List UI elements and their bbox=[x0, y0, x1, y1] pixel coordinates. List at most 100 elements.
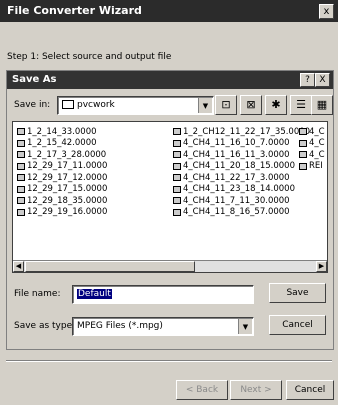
details-view-icon[interactable]: ▦ bbox=[311, 95, 333, 115]
video-file-icon bbox=[17, 139, 25, 147]
file-item[interactable]: 4_C bbox=[299, 149, 325, 161]
file-item-name: 1_2_14_33.0000 bbox=[27, 126, 97, 137]
scroll-right-icon[interactable]: ▶ bbox=[316, 261, 327, 272]
list-view-icon[interactable]: ☰ bbox=[290, 95, 312, 115]
scroll-left-icon[interactable]: ◀ bbox=[13, 261, 24, 272]
file-item-name: 4_CH4_11_16_11_3.0000 bbox=[183, 149, 290, 160]
help-icon[interactable]: ? bbox=[300, 73, 315, 87]
save-in-dropdown[interactable]: pvcwork ▼ bbox=[57, 96, 214, 115]
back-button[interactable]: < Back bbox=[176, 380, 228, 400]
file-item[interactable]: 4_CH4_11_20_18_15.0000 bbox=[173, 161, 310, 173]
wizard-cancel-button[interactable]: Cancel bbox=[286, 380, 334, 400]
file-item[interactable]: 1_2_14_33.0000 bbox=[17, 126, 107, 138]
video-file-icon bbox=[17, 151, 25, 159]
file-item-name: 4_CH4_11_20_18_15.0000 bbox=[183, 161, 295, 172]
desktop-icon[interactable]: ⊠ bbox=[240, 95, 262, 115]
file-item[interactable]: 4_CH4_11_8_16_57.0000 bbox=[173, 207, 310, 219]
video-file-icon bbox=[17, 162, 25, 170]
file-item-name: 4_CH4_11_22_17_3.0000 bbox=[183, 172, 290, 183]
video-file-icon bbox=[173, 197, 181, 205]
video-file-icon bbox=[17, 197, 25, 205]
file-column-3: 4_C 4_C 4_C REI bbox=[299, 126, 325, 172]
close-icon[interactable]: X bbox=[315, 73, 330, 87]
save-as-title: Save As bbox=[12, 74, 57, 85]
chevron-down-icon[interactable]: ▼ bbox=[198, 98, 212, 113]
step-text: Step 1: Select source and output file bbox=[7, 52, 172, 62]
video-file-icon bbox=[299, 128, 307, 136]
file-item-name: 12_29_17_11.0000 bbox=[27, 161, 108, 172]
wizard-title: File Converter Wizard bbox=[7, 4, 142, 17]
save-button[interactable]: Save bbox=[269, 283, 326, 303]
file-name-value: Default bbox=[77, 289, 112, 299]
video-file-icon bbox=[173, 128, 181, 136]
file-item-name: REI bbox=[309, 161, 323, 172]
file-name-input[interactable]: Default bbox=[72, 285, 254, 304]
file-converter-wizard: File Converter Wizard x Step 1: Select s… bbox=[0, 0, 338, 405]
video-file-icon bbox=[173, 139, 181, 147]
file-item-name: 12_29_18_35.0000 bbox=[27, 195, 108, 206]
file-item[interactable]: 1_2_CH12_11_22_17_35.0000 bbox=[173, 126, 310, 138]
file-item-name: 4_CH4_11_7_11_30.0000 bbox=[183, 195, 290, 206]
file-item-name: 12_29_17_12.0000 bbox=[27, 172, 108, 183]
file-column-1: 1_2_14_33.0000 1_2_15_42.0000 1_2_17_3_28.… bbox=[17, 126, 107, 218]
file-column-2: 1_2_CH12_11_22_17_35.0000 4_CH4_11_16_10_… bbox=[173, 126, 310, 218]
video-file-icon bbox=[173, 151, 181, 159]
video-file-icon bbox=[299, 162, 307, 170]
file-name-label: File name: bbox=[14, 289, 61, 299]
video-file-icon bbox=[17, 185, 25, 193]
wizard-title-bar: File Converter Wizard x bbox=[0, 0, 338, 22]
file-item[interactable]: 12_29_17_11.0000 bbox=[17, 161, 107, 173]
video-file-icon bbox=[173, 174, 181, 182]
video-file-icon bbox=[173, 162, 181, 170]
video-file-icon bbox=[299, 139, 307, 147]
file-item-name: 12_29_19_16.0000 bbox=[27, 207, 108, 218]
video-file-icon bbox=[17, 174, 25, 182]
up-folder-icon[interactable]: ⊡ bbox=[215, 95, 237, 115]
file-item[interactable]: 4_C bbox=[299, 126, 325, 138]
file-item[interactable]: 4_CH4_11_16_10_7.0000 bbox=[173, 138, 310, 150]
file-item-name: 4_CH4_11_8_16_57.0000 bbox=[183, 207, 290, 218]
wizard-close-icon[interactable]: x bbox=[319, 4, 334, 19]
video-file-icon bbox=[17, 208, 25, 216]
file-item[interactable]: 4_C bbox=[299, 138, 325, 150]
next-button[interactable]: Next > bbox=[230, 380, 282, 400]
file-item[interactable]: 1_2_15_42.0000 bbox=[17, 138, 107, 150]
video-file-icon bbox=[299, 151, 307, 159]
file-item[interactable]: 12_29_18_35.0000 bbox=[17, 195, 107, 207]
file-item-name: 1_2_17_3_28.0000 bbox=[27, 149, 107, 160]
file-item[interactable]: 4_CH4_11_22_17_3.0000 bbox=[173, 172, 310, 184]
scroll-thumb[interactable] bbox=[25, 261, 195, 272]
file-item-name: 4_C bbox=[309, 126, 325, 137]
save-in-label: Save in: bbox=[14, 100, 51, 110]
video-file-icon bbox=[17, 128, 25, 136]
save-in-value: pvcwork bbox=[62, 100, 115, 110]
file-item[interactable]: 4_CH4_11_7_11_30.0000 bbox=[173, 195, 310, 207]
chevron-down-icon[interactable]: ▼ bbox=[238, 319, 252, 334]
folder-icon bbox=[62, 100, 74, 109]
separator bbox=[6, 360, 332, 362]
file-item-name: 4_CH4_11_23_18_14.0000 bbox=[183, 184, 295, 195]
file-item-name: 12_29_17_15.0000 bbox=[27, 184, 108, 195]
file-item[interactable]: 4_CH4_11_23_18_14.0000 bbox=[173, 184, 310, 196]
save-as-title-bar: Save As ? X bbox=[7, 71, 333, 89]
dialog-cancel-button[interactable]: Cancel bbox=[269, 315, 326, 335]
file-item[interactable]: 12_29_19_16.0000 bbox=[17, 207, 107, 219]
save-as-dialog: Save As ? X Save in: pvcwork ▼ ⊡ ⊠ ✱ ☰ ▦… bbox=[6, 70, 334, 350]
file-item-name: 4_C bbox=[309, 149, 325, 160]
file-item[interactable]: 4_CH4_11_16_11_3.0000 bbox=[173, 149, 310, 161]
save-as-type-dropdown[interactable]: MPEG Files (*.mpg) ▼ bbox=[72, 317, 254, 336]
file-item[interactable]: 12_29_17_12.0000 bbox=[17, 172, 107, 184]
file-item-name: 1_2_CH12_11_22_17_35.0000 bbox=[183, 126, 311, 137]
file-item[interactable]: 1_2_17_3_28.0000 bbox=[17, 149, 107, 161]
file-item-name: 4_CH4_11_16_10_7.0000 bbox=[183, 138, 290, 149]
file-item[interactable]: 12_29_17_15.0000 bbox=[17, 184, 107, 196]
file-item[interactable]: REI bbox=[299, 161, 325, 173]
horizontal-scrollbar[interactable]: ◀ ▶ bbox=[13, 260, 327, 272]
new-folder-icon[interactable]: ✱ bbox=[265, 95, 287, 115]
file-item-name: 1_2_15_42.0000 bbox=[27, 138, 97, 149]
file-item-name: 4_C bbox=[309, 138, 325, 149]
file-list[interactable]: 1_2_14_33.0000 1_2_15_42.0000 1_2_17_3_28.… bbox=[12, 121, 328, 273]
save-as-type-value: MPEG Files (*.mpg) bbox=[77, 321, 163, 331]
save-as-type-label: Save as type: bbox=[14, 321, 76, 331]
video-file-icon bbox=[173, 185, 181, 193]
